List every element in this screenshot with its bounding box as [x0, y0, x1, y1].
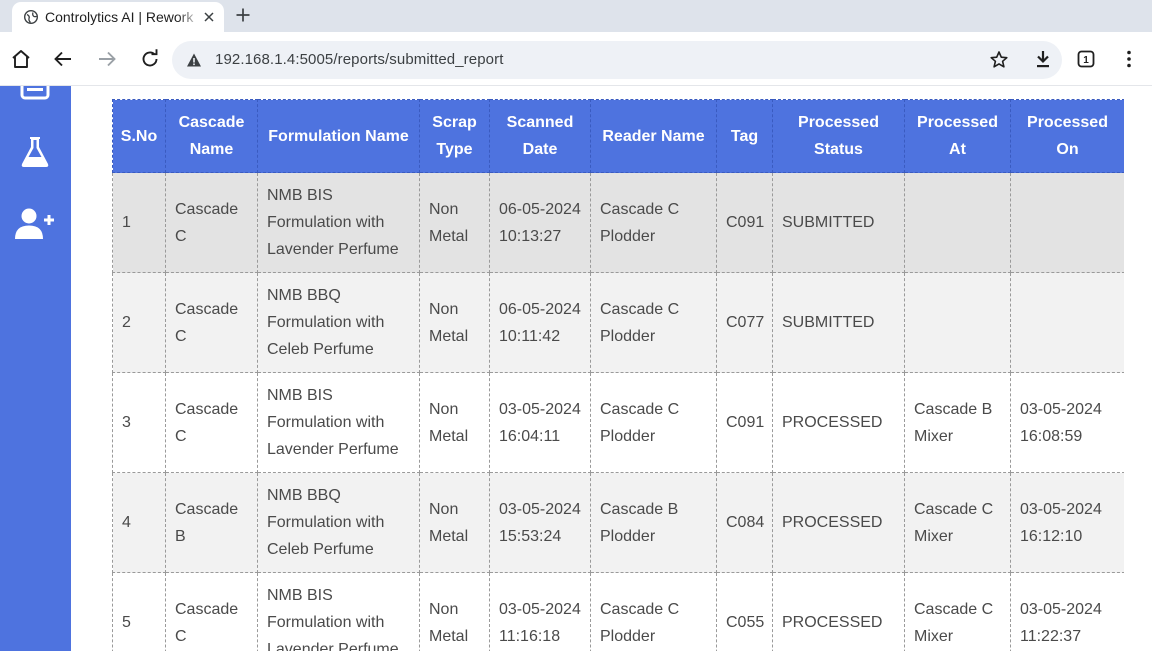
back-icon[interactable] [51, 47, 75, 71]
cell-sno: 2 [112, 272, 166, 373]
cell-cascade-name: Cascade B [165, 472, 258, 573]
cell-reader-name: Cascade C Plodder [590, 372, 717, 473]
header-scanned-date[interactable]: Scanned Date [489, 99, 591, 173]
cell-tag: C091 [716, 172, 773, 273]
cell-reader-name: Cascade B Plodder [590, 472, 717, 573]
download-icon[interactable] [1031, 47, 1055, 71]
header-formulation-name[interactable]: Formulation Name [257, 99, 420, 173]
bookmark-star-icon[interactable] [989, 50, 1009, 70]
cell-processed-status: PROCESSED [772, 572, 905, 651]
flask-icon[interactable] [14, 131, 56, 173]
cell-processed-on [1010, 272, 1124, 373]
table-row: 4 Cascade B NMB BBQ Formulation with Cel… [112, 472, 1124, 573]
cell-processed-status: PROCESSED [772, 472, 905, 573]
cell-tag: C091 [716, 372, 773, 473]
home-icon[interactable] [9, 47, 33, 71]
cell-processed-status: SUBMITTED [772, 172, 905, 273]
cell-cascade-name: Cascade C [165, 572, 258, 651]
new-tab-icon[interactable] [232, 4, 254, 26]
cell-formulation-name: NMB BBQ Formulation with Celeb Perfume [257, 272, 420, 373]
cell-processed-at: Cascade B Mixer [904, 372, 1011, 473]
cell-formulation-name: NMB BIS Formulation with Lavender Perfum… [257, 572, 420, 651]
menu-kebab-icon[interactable] [1117, 47, 1141, 71]
table-row: 3 Cascade C NMB BIS Formulation with Lav… [112, 372, 1124, 473]
cell-scrap-type: Non Metal [419, 172, 490, 273]
cell-sno: 5 [112, 572, 166, 651]
tab-strip: Controlytics AI | Rework [0, 0, 1152, 32]
cell-processed-on [1010, 172, 1124, 273]
cell-processed-at: Cascade C Mixer [904, 472, 1011, 573]
table-row: 2 Cascade C NMB BBQ Formulation with Cel… [112, 272, 1124, 373]
header-reader-name[interactable]: Reader Name [590, 99, 717, 173]
table-row: 1 Cascade C NMB BIS Formulation with Lav… [112, 172, 1124, 273]
header-processed-status[interactable]: Processed Status [772, 99, 905, 173]
header-cascade-name[interactable]: Cascade Name [165, 99, 258, 173]
submitted-report-table: S.No Cascade Name Formulation Name Scrap… [112, 99, 1124, 651]
cell-scanned-date: 03-05-2024 16:04:11 [489, 372, 591, 473]
header-scrap-type[interactable]: Scrap Type [419, 99, 490, 173]
cell-scanned-date: 03-05-2024 15:53:24 [489, 472, 591, 573]
not-secure-icon[interactable] [186, 52, 202, 68]
reload-icon[interactable] [138, 47, 162, 71]
cell-scanned-date: 03-05-2024 11:16:18 [489, 572, 591, 651]
header-tag[interactable]: Tag [716, 99, 773, 173]
cell-processed-on: 03-05-2024 16:08:59 [1010, 372, 1124, 473]
tab-counter-icon[interactable]: 1 [1074, 47, 1098, 71]
url-text: 192.168.1.4:5005/reports/submitted_repor… [215, 51, 504, 68]
cell-processed-status: SUBMITTED [772, 272, 905, 373]
cell-scrap-type: Non Metal [419, 572, 490, 651]
cell-scrap-type: Non Metal [419, 372, 490, 473]
cell-processed-on: 03-05-2024 16:12:10 [1010, 472, 1124, 573]
cell-sno: 1 [112, 172, 166, 273]
cell-tag: C084 [716, 472, 773, 573]
cell-reader-name: Cascade C Plodder [590, 572, 717, 651]
header-processed-at[interactable]: Processed At [904, 99, 1011, 173]
close-tab-icon[interactable] [200, 8, 218, 26]
cell-scrap-type: Non Metal [419, 272, 490, 373]
cell-processed-at: Cascade C Mixer [904, 572, 1011, 651]
cell-cascade-name: Cascade C [165, 172, 258, 273]
address-bar[interactable]: 192.168.1.4:5005/reports/submitted_repor… [172, 41, 1062, 79]
report-icon[interactable] [14, 86, 56, 106]
table-header: S.No Cascade Name Formulation Name Scrap… [112, 99, 1124, 173]
cell-formulation-name: NMB BIS Formulation with Lavender Perfum… [257, 372, 420, 473]
header-processed-on[interactable]: Processed On [1010, 99, 1124, 173]
cell-tag: C077 [716, 272, 773, 373]
cell-processed-on: 03-05-2024 11:22:37 [1010, 572, 1124, 651]
table-row: 5 Cascade C NMB BIS Formulation with Lav… [112, 572, 1124, 651]
cell-formulation-name: NMB BIS Formulation with Lavender Perfum… [257, 172, 420, 273]
cell-processed-at [904, 172, 1011, 273]
cell-processed-at [904, 272, 1011, 373]
cell-scanned-date: 06-05-2024 10:13:27 [489, 172, 591, 273]
tab-title: Controlytics AI | Rework [45, 9, 194, 25]
add-user-icon[interactable] [14, 203, 56, 245]
cell-sno: 3 [112, 372, 166, 473]
browser-tab[interactable]: Controlytics AI | Rework [12, 2, 224, 32]
cell-tag: C055 [716, 572, 773, 651]
cell-sno: 4 [112, 472, 166, 573]
header-sno[interactable]: S.No [112, 99, 166, 173]
cell-scanned-date: 06-05-2024 10:11:42 [489, 272, 591, 373]
globe-icon [24, 10, 38, 24]
cell-reader-name: Cascade C Plodder [590, 172, 717, 273]
cell-processed-status: PROCESSED [772, 372, 905, 473]
cell-reader-name: Cascade C Plodder [590, 272, 717, 373]
sidebar [0, 86, 71, 651]
cell-formulation-name: NMB BBQ Formulation with Celeb Perfume [257, 472, 420, 573]
cell-scrap-type: Non Metal [419, 472, 490, 573]
cell-cascade-name: Cascade C [165, 272, 258, 373]
browser-toolbar: 192.168.1.4:5005/reports/submitted_repor… [0, 32, 1152, 86]
cell-cascade-name: Cascade C [165, 372, 258, 473]
forward-icon[interactable] [95, 47, 119, 71]
tab-count: 1 [1083, 55, 1089, 66]
